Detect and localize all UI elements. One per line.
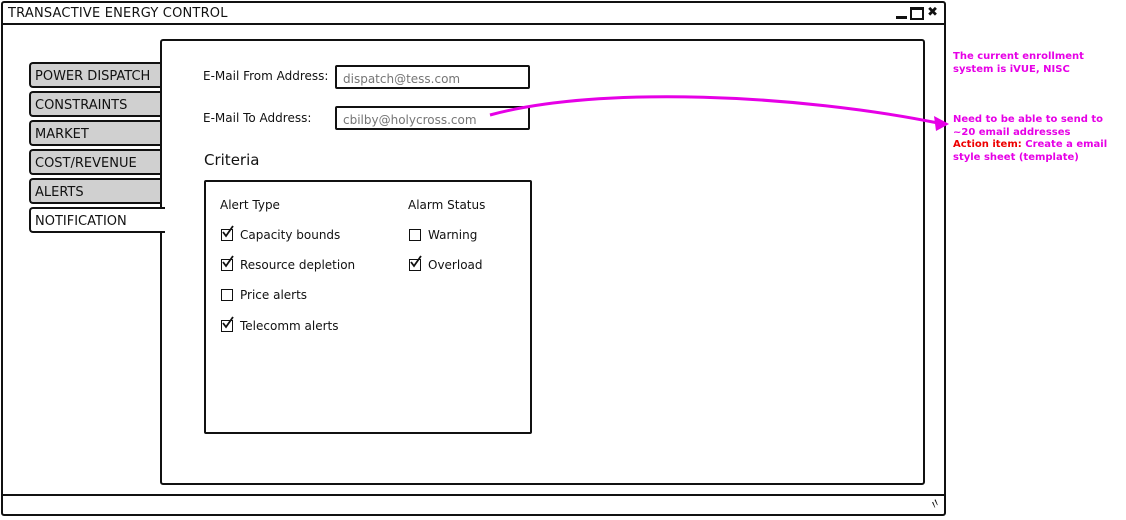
tab-market[interactable]: MARKET — [29, 120, 163, 146]
checkbox-unchecked-icon[interactable] — [409, 229, 421, 241]
email-note: Need to be able to send to ~20 email add… — [953, 114, 1123, 164]
tab-cost-revenue[interactable]: COST/REVENUE — [29, 149, 163, 175]
alert-type-header: Alert Type — [220, 198, 280, 212]
email-from-label: E-Mail From Address: — [203, 69, 329, 83]
checkbox-telecomm-alerts[interactable]: Telecomm alerts — [221, 316, 339, 333]
status-bar: 〃 — [3, 493, 946, 514]
checkbox-overload[interactable]: Overload — [409, 255, 483, 272]
alarm-status-header: Alarm Status — [408, 198, 486, 212]
app-window: TRANSACTIVE ENERGY CONTROL ✖ POWER DISPA… — [1, 1, 946, 516]
close-icon[interactable]: ✖ — [927, 5, 938, 21]
tab-notification[interactable]: NOTIFICATION — [29, 207, 165, 233]
checkbox-checked-icon[interactable] — [221, 316, 234, 332]
minimize-icon[interactable] — [896, 15, 908, 19]
email-to-label: E-Mail To Address: — [203, 111, 312, 125]
window-title: TRANSACTIVE ENERGY CONTROL — [8, 6, 228, 21]
checkbox-checked-icon[interactable] — [221, 255, 234, 271]
checkbox-checked-icon[interactable] — [409, 255, 422, 271]
enrollment-note: The current enrollment system is iVUE, N… — [953, 51, 1084, 75]
checkbox-label: Warning — [428, 228, 478, 242]
checkbox-price-alerts[interactable]: Price alerts — [221, 288, 307, 302]
email-from-field[interactable] — [335, 65, 530, 89]
tab-alerts[interactable]: ALERTS — [29, 178, 163, 204]
checkbox-warning[interactable]: Warning — [409, 228, 477, 242]
window-controls: ✖ — [896, 5, 938, 21]
checkbox-resource-depletion[interactable]: Resource depletion — [221, 255, 356, 272]
checkbox-label: Telecomm alerts — [240, 319, 339, 333]
checkbox-label: Overload — [428, 258, 483, 272]
action-item-label: Action item: — [953, 139, 1022, 150]
criteria-title: Criteria — [204, 151, 260, 169]
email-to-field[interactable] — [335, 106, 530, 130]
resize-grip-icon[interactable]: 〃 — [925, 493, 946, 514]
checkbox-checked-icon[interactable] — [221, 225, 234, 241]
checkbox-capacity-bounds[interactable]: Capacity bounds — [221, 225, 341, 242]
checkbox-label: Price alerts — [240, 288, 308, 302]
tab-constraints[interactable]: CONSTRAINTS — [29, 91, 163, 117]
tab-power-dispatch[interactable]: POWER DISPATCH — [29, 62, 163, 88]
checkbox-label: Resource depletion — [240, 258, 356, 272]
email-note-text: Need to be able to send to ~20 email add… — [953, 114, 1103, 138]
checkbox-label: Capacity bounds — [240, 228, 341, 242]
checkbox-unchecked-icon[interactable] — [221, 289, 233, 301]
notification-panel: E-Mail From Address: E-Mail To Address: … — [160, 39, 925, 485]
title-bar: TRANSACTIVE ENERGY CONTROL ✖ — [3, 3, 944, 25]
maximize-icon[interactable] — [910, 6, 925, 20]
criteria-box: Alert Type Alarm Status Capacity bounds … — [204, 180, 532, 434]
